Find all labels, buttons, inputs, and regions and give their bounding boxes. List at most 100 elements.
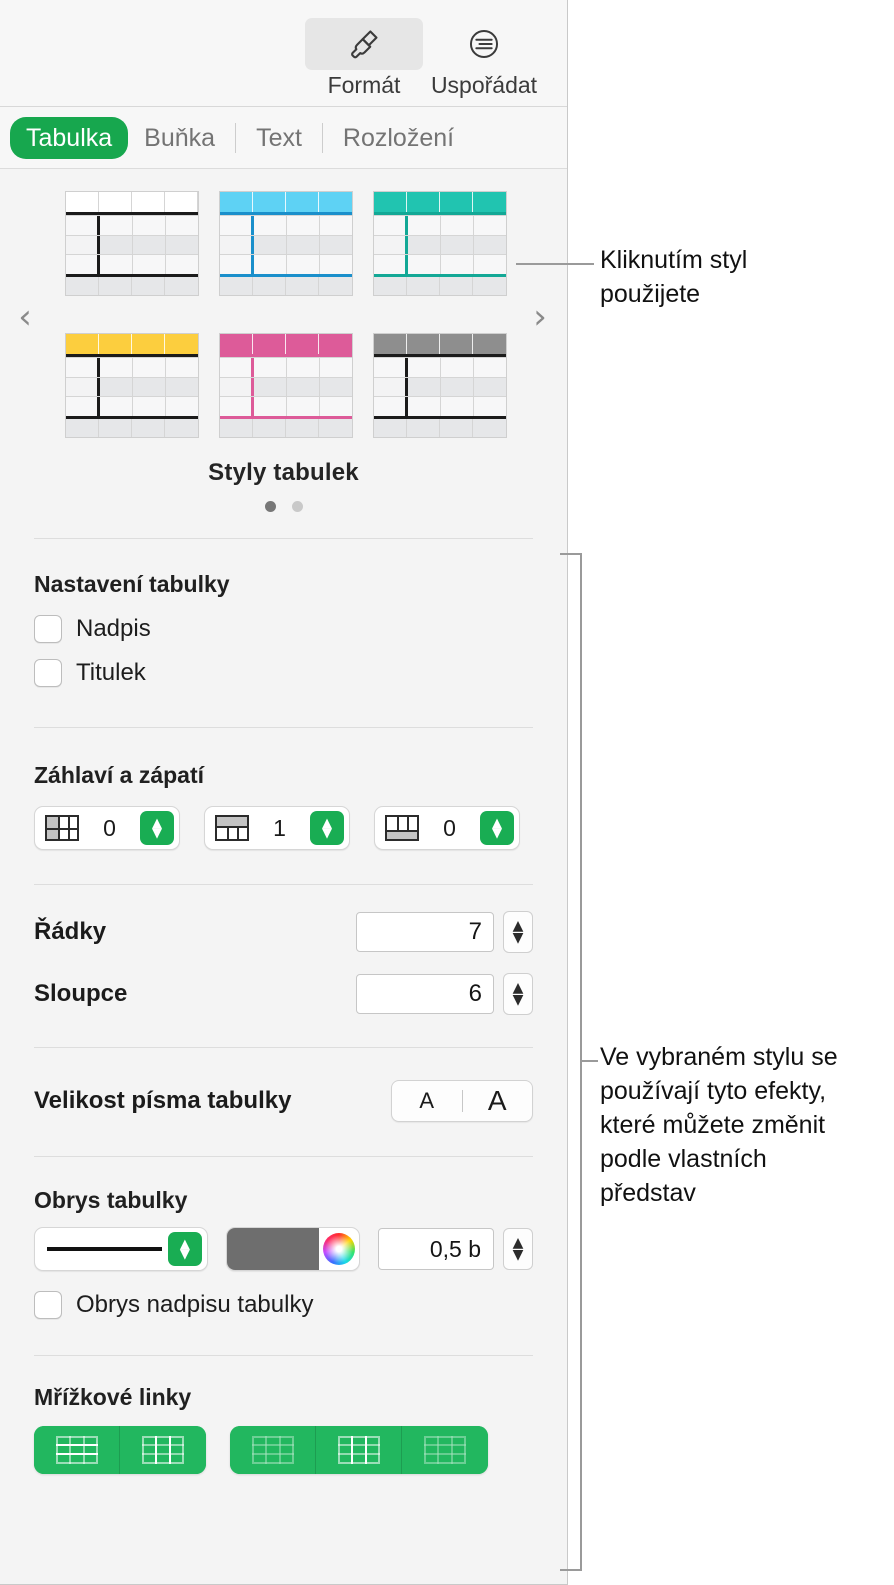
- solid-line-icon: [47, 1247, 162, 1251]
- callout-leader-line-1: [516, 263, 594, 265]
- table-style-thumb[interactable]: [209, 191, 363, 301]
- obrys-nadpisu-checkbox[interactable]: [34, 1291, 62, 1319]
- callout-leader-line-2: [582, 1060, 598, 1062]
- callout-text-2: Ve vybraném stylu se používají tyto efek…: [600, 1043, 838, 1207]
- format-button-label: Formát: [327, 72, 401, 98]
- chevron-left-icon[interactable]: ‹: [8, 297, 42, 337]
- header-horizontal-gridlines-button[interactable]: [230, 1426, 316, 1474]
- tab-bunka[interactable]: Buňka: [128, 117, 231, 159]
- checkbox-row-nadpis[interactable]: Nadpis: [34, 607, 533, 651]
- chevron-right-icon[interactable]: ›: [523, 297, 557, 337]
- checkbox-row-obrys-nadpisu[interactable]: Obrys nadpisu tabulky: [34, 1283, 533, 1327]
- style-browser-title: Styly tabulek: [208, 459, 359, 486]
- table-style-thumb[interactable]: [209, 333, 363, 443]
- footer-rows-icon: [385, 815, 419, 841]
- vertical-gridlines-button[interactable]: [120, 1426, 206, 1474]
- table-style-thumb[interactable]: [363, 191, 517, 301]
- font-size-row: Velikost písma tabulky A A: [34, 1076, 533, 1126]
- table-style-thumb[interactable]: [363, 333, 517, 443]
- table-style-thumb[interactable]: [55, 191, 209, 301]
- tab-separator: [235, 122, 237, 153]
- arrange-button-label: Uspořádat: [430, 72, 538, 98]
- footer-gridlines-icon: [424, 1436, 466, 1464]
- format-inspector-panel: Formát Uspořádat Tabulka Buňka Text Rozl…: [0, 0, 568, 1585]
- font-size-label: Velikost písma tabulky: [34, 1087, 292, 1114]
- gridline-button-groups: [34, 1426, 533, 1474]
- align-icon: [425, 18, 543, 70]
- gridlines-title: Mřížkové linky: [34, 1384, 192, 1410]
- outline-controls: ▲ ▼ 0,5 b ▲ ▼: [34, 1227, 533, 1271]
- header-columns-value: 0: [103, 814, 116, 841]
- tab-text[interactable]: Text: [240, 117, 318, 159]
- table-style-browser: ‹ › Styly tabulek: [0, 169, 567, 516]
- table-outline-title: Obrys tabulky: [34, 1187, 188, 1213]
- table-outline-section: Obrys tabulky ▲ ▼ 0,5 b ▲ ▼ Obrys nadpis…: [0, 1157, 567, 1355]
- outline-width-input[interactable]: 0,5 b: [378, 1228, 494, 1270]
- columns-input[interactable]: 6: [356, 974, 494, 1014]
- rows-label: Řádky: [34, 918, 107, 945]
- inspector-tabs: Tabulka Buňka Text Rozložení: [0, 107, 567, 169]
- font-size-section: Velikost písma tabulky A A: [0, 1048, 567, 1156]
- header-columns-icon: [45, 815, 79, 841]
- stroke-style-dropdown[interactable]: ▲ ▼: [34, 1227, 208, 1271]
- stroke-style-arrows[interactable]: ▲ ▼: [167, 1232, 202, 1266]
- increase-font-size-button[interactable]: A: [463, 1085, 533, 1117]
- horizontal-gridlines-button[interactable]: [34, 1426, 120, 1474]
- header-horizontal-gridlines-icon: [251, 1436, 294, 1464]
- header-rows-stepper[interactable]: 1 ▲ ▼: [204, 806, 350, 850]
- columns-label: Sloupce: [34, 980, 128, 1007]
- vertical-gridlines-icon: [142, 1436, 184, 1464]
- header-rows-icon: [215, 815, 249, 841]
- rows-row: Řádky 7 ▲ ▼: [34, 907, 533, 957]
- header-rows-stepper-arrows[interactable]: ▲ ▼: [310, 811, 344, 845]
- columns-stepper[interactable]: ▲ ▼: [503, 973, 533, 1015]
- page-dot-2[interactable]: [291, 501, 303, 512]
- inspector-toolbar: Formát Uspořádat: [0, 0, 567, 107]
- dimensions-section: Řádky 7 ▲ ▼ Sloupce 6 ▲ ▼: [0, 885, 567, 1047]
- callout-text-1: Kliknutím styl použijete: [600, 246, 748, 308]
- rows-input[interactable]: 7: [356, 912, 494, 952]
- horizontal-gridlines-icon: [55, 1436, 98, 1464]
- header-footer-steppers: 0 ▲ ▼ 1 ▲ ▼ 0 ▲ ▼: [34, 806, 533, 850]
- decrease-font-size-button[interactable]: A: [392, 1088, 462, 1114]
- checkbox-row-titulek[interactable]: Titulek: [34, 651, 533, 695]
- tab-tabulka[interactable]: Tabulka: [10, 116, 129, 159]
- gridlines-section: Mřížkové linky: [0, 1356, 567, 1474]
- callout-bracket: [560, 553, 582, 1571]
- headers-footers-title: Záhlaví a zápatí: [34, 762, 205, 788]
- format-button[interactable]: Formát: [305, 18, 423, 98]
- table-style-grid: [4, 191, 567, 443]
- table-style-thumb[interactable]: [55, 333, 209, 443]
- page-dots: [0, 501, 567, 512]
- tab-rozlozeni[interactable]: Rozložení: [327, 117, 470, 159]
- header-vertical-gridlines-button[interactable]: [316, 1426, 402, 1474]
- headers-footers-section: Záhlaví a zápatí 0 ▲ ▼ 1 ▲ ▼ 0 ▲ ▼: [0, 728, 567, 884]
- outline-color-swatch[interactable]: [226, 1228, 319, 1270]
- titulek-checkbox[interactable]: [34, 659, 62, 687]
- table-settings-section: Nastavení tabulky Nadpis Titulek: [0, 539, 567, 727]
- header-vertical-gridlines-icon: [337, 1436, 380, 1464]
- footer-gridlines-button[interactable]: [402, 1426, 488, 1474]
- arrange-button[interactable]: Uspořádat: [425, 18, 543, 98]
- gridline-group-one: [34, 1426, 206, 1474]
- screenshot-root: Formát Uspořádat Tabulka Buňka Text Rozl…: [0, 0, 894, 1585]
- color-wheel-icon[interactable]: [322, 1233, 355, 1265]
- nadpis-label: Nadpis: [76, 615, 151, 642]
- footer-rows-stepper[interactable]: 0 ▲ ▼: [374, 806, 520, 850]
- obrys-nadpisu-label: Obrys nadpisu tabulky: [76, 1291, 314, 1318]
- header-columns-stepper-arrows[interactable]: ▲ ▼: [140, 811, 174, 845]
- footer-rows-value: 0: [443, 814, 456, 841]
- outline-width-stepper[interactable]: ▲ ▼: [503, 1228, 533, 1270]
- paintbrush-icon: [305, 18, 423, 70]
- page-dot-1[interactable]: [264, 501, 276, 512]
- footer-rows-stepper-arrows[interactable]: ▲ ▼: [480, 811, 514, 845]
- header-columns-stepper[interactable]: 0 ▲ ▼: [34, 806, 180, 850]
- columns-row: Sloupce 6 ▲ ▼: [34, 969, 533, 1019]
- rows-stepper[interactable]: ▲ ▼: [503, 911, 533, 953]
- outline-color-picker[interactable]: [225, 1227, 360, 1271]
- nadpis-checkbox[interactable]: [34, 615, 62, 643]
- tab-separator: [321, 122, 323, 153]
- gridline-group-two: [230, 1426, 488, 1474]
- header-rows-value: 1: [273, 814, 286, 841]
- font-size-buttons: A A: [391, 1080, 533, 1122]
